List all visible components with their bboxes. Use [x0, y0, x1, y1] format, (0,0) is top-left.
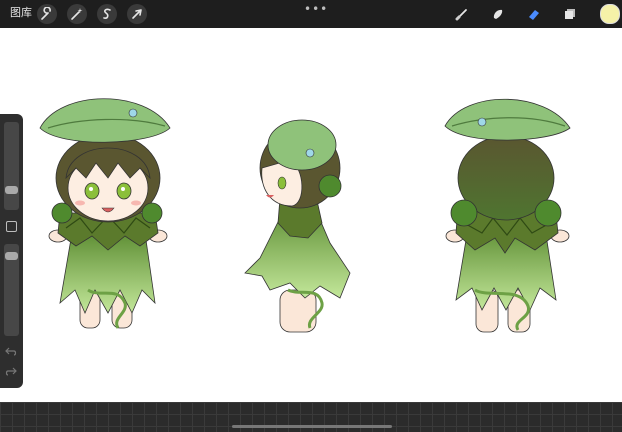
opacity-thumb[interactable]	[5, 252, 18, 260]
top-toolbar: 图库 •••	[0, 0, 622, 28]
character-side-view	[244, 119, 351, 333]
selection-s-icon[interactable]	[97, 4, 117, 24]
drawing-canvas[interactable]	[0, 28, 622, 402]
redo-icon[interactable]	[5, 366, 17, 376]
undo-icon[interactable]	[5, 346, 17, 356]
opacity-slider[interactable]	[4, 244, 19, 336]
gallery-button[interactable]: 图库	[10, 5, 32, 21]
layers-icon[interactable]	[560, 4, 580, 24]
move-arrow-icon[interactable]	[127, 4, 147, 24]
character-back-view	[444, 98, 571, 333]
magic-wand-icon[interactable]	[67, 4, 87, 24]
wrench-icon[interactable]	[37, 4, 57, 24]
home-indicator[interactable]	[232, 425, 392, 428]
modify-square-icon[interactable]	[6, 221, 17, 232]
character-artwork	[39, 98, 571, 333]
smudge-icon[interactable]	[488, 4, 508, 24]
brush-size-slider[interactable]	[4, 122, 19, 210]
brush-size-thumb[interactable]	[5, 186, 18, 194]
left-sidebar	[0, 114, 23, 388]
eraser-icon[interactable]	[524, 4, 544, 24]
color-picker-button[interactable]	[600, 4, 620, 24]
character-front-view	[39, 98, 171, 329]
brush-icon[interactable]	[452, 4, 472, 24]
more-options-button[interactable]: •••	[304, 2, 328, 16]
